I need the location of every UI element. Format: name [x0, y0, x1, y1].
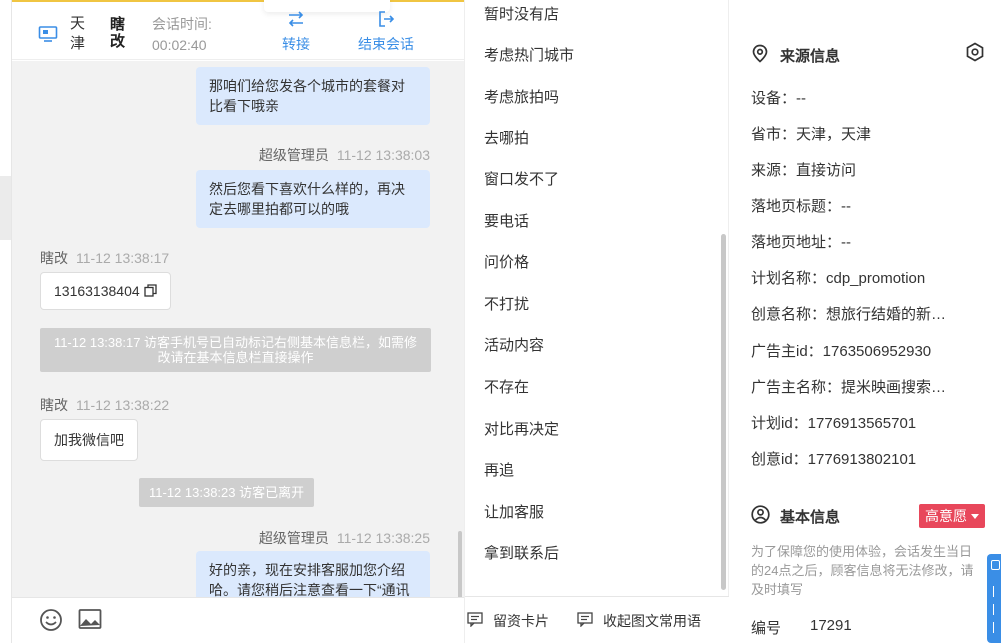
visibility-icon[interactable]: [965, 42, 985, 62]
customer-number-label: 编号: [751, 620, 782, 637]
visitor-info-panel: 来源信息 设备：-- 省市：天津，天津 来源：直接访问 落地页标题：-- 落地页…: [729, 0, 1001, 643]
bar-icon: [993, 622, 999, 633]
info-province-city: 省市：天津，天津: [751, 126, 872, 143]
quick-reply-item[interactable]: 让加客服: [484, 501, 544, 522]
info-advertiser-name: 广告主名称：提米映画搜索推广: [751, 379, 956, 396]
visitor-city: 天津: [70, 15, 86, 52]
quick-reply-item[interactable]: 活动内容: [484, 334, 544, 355]
quick-reply-item[interactable]: 暂时没有店: [484, 3, 559, 24]
transfer-button[interactable]: 转接: [282, 10, 310, 54]
agent-message: 好的亲，现在安排客服加您介绍哈。请您稍后注意查看一下“通讯: [196, 551, 430, 597]
collapse-phrases-button[interactable]: 收起图文常用语: [577, 611, 701, 631]
quick-reply-item[interactable]: 不打扰: [484, 293, 529, 314]
message-meta: 瞎改 11-12 13:38:17: [40, 248, 169, 268]
info-source: 来源：直接访问: [751, 162, 857, 179]
visitor-message: 13163138404: [40, 272, 171, 310]
transfer-label: 转接: [282, 36, 310, 52]
quick-reply-item[interactable]: 不存在: [484, 376, 529, 397]
quick-reply-item[interactable]: 窗口发不了: [484, 168, 559, 189]
message-time: 11-12 13:38:22: [76, 397, 170, 413]
message-meta: 超级管理员 11-12 13:38:03: [259, 145, 430, 165]
system-notice: 11-12 13:38:23 访客已离开: [139, 478, 315, 507]
message-time: 11-12 13:38:25: [336, 530, 430, 546]
session-time-value: 00:02:40: [152, 37, 207, 53]
sender-name: 瞎改: [40, 397, 68, 413]
image-icon[interactable]: [78, 608, 102, 630]
end-session-button[interactable]: 结束会话: [358, 10, 414, 54]
quick-reply-item[interactable]: 要电话: [484, 210, 529, 231]
floating-side-button[interactable]: [987, 554, 1001, 643]
chat-header: 天津 瞎改 会话时间: 00:02:40 转接 结束会话: [12, 0, 464, 60]
message-meta: 超级管理员 11-12 13:38:25: [259, 528, 430, 548]
message-meta: 瞎改 11-12 13:38:22: [40, 395, 169, 415]
agent-message: 那咱们给您发各个城市的套餐对比看下哦亲: [196, 67, 430, 125]
message-list[interactable]: 那咱们给您发各个城市的套餐对比看下哦亲 超级管理员 11-12 13:38:03 …: [12, 61, 464, 597]
info-plan-name: 计划名称：cdp_promotion: [751, 270, 926, 287]
quick-replies-panel: 暂时没有店 考虑热门城市 考虑旅拍吗 去哪拍 窗口发不了 要电话 问价格 不打扰…: [464, 0, 730, 643]
quick-replies-scrollbar[interactable]: [721, 234, 726, 590]
source-info-title: 来源信息: [780, 48, 841, 65]
quick-reply-item[interactable]: 去哪拍: [484, 127, 529, 148]
chat-panel: 天津 瞎改 会话时间: 00:02:40 转接 结束会话 那咱们给您发各个城市的…: [12, 0, 464, 643]
quick-reply-item[interactable]: 考虑热门城市: [484, 44, 574, 65]
visitor-name: 瞎改: [110, 16, 126, 50]
message-time: 11-12 13:38:03: [336, 147, 430, 163]
intent-level-label: 高意愿: [925, 508, 967, 524]
intent-level-dropdown[interactable]: 高意愿: [919, 504, 985, 528]
monitor-icon: [38, 26, 58, 42]
message-time: 11-12 13:38:17: [76, 250, 170, 266]
customer-number-value: 17291: [810, 617, 852, 634]
location-pin-icon: [752, 44, 768, 63]
bar-icon: [993, 604, 999, 615]
info-creative-id: 创意id：1776913802101: [751, 451, 917, 468]
window-icon: [991, 560, 1000, 570]
info-creative-name: 创意名称：想旅行结婚的新人们看过来: [751, 306, 956, 323]
logout-icon: [379, 11, 395, 27]
sender-name: 瞎改: [40, 250, 68, 266]
sender-name: 超级管理员: [258, 530, 329, 546]
basic-info-title: 基本信息: [780, 509, 841, 526]
chat-scrollbar[interactable]: [458, 531, 462, 597]
collapse-tab[interactable]: [0, 176, 11, 240]
lead-card-button[interactable]: 留资卡片: [467, 611, 549, 631]
visitor-message: 加我微信吧: [40, 419, 138, 461]
quick-replies-toolbar: 留资卡片 收起图文常用语: [465, 596, 730, 643]
left-gutter: [0, 0, 12, 643]
lead-card-label: 留资卡片: [493, 613, 549, 629]
quick-reply-item[interactable]: 再追: [484, 459, 514, 480]
message-icon: [577, 612, 593, 627]
emoji-icon[interactable]: [39, 608, 63, 632]
session-time-label: 会话时间:: [152, 16, 212, 32]
info-device: 设备：--: [751, 90, 806, 107]
info-landing-title: 落地页标题：--: [751, 198, 851, 215]
quick-reply-item[interactable]: 问价格: [484, 251, 529, 272]
copy-icon[interactable]: [143, 284, 157, 297]
info-advertiser-id: 广告主id：1763506952930: [751, 343, 932, 360]
sender-name: 超级管理员: [258, 147, 329, 163]
card-icon: [467, 612, 483, 627]
info-plan-id: 计划id：1776913565701: [751, 415, 917, 432]
edit-deadline-note: 为了保障您的使用体验，会话发生当日的24点之后，顾客信息将无法修改，请及时填写: [751, 544, 974, 597]
quick-reply-item[interactable]: 对比再决定: [484, 418, 559, 439]
agent-message: 然后您看下喜欢什么样的，再决定去哪里拍都可以的哦: [196, 170, 430, 228]
caret-down-icon: [971, 514, 979, 519]
transfer-icon: [288, 11, 304, 27]
collapse-phrases-label: 收起图文常用语: [603, 613, 701, 629]
quick-reply-item[interactable]: 拿到联系后: [484, 542, 559, 563]
user-circle-icon: [751, 505, 770, 524]
end-session-label: 结束会话: [358, 36, 414, 52]
system-notice: 11-12 13:38:17 访客手机号已自动标记右侧基本信息栏，如需修改请在基…: [40, 328, 431, 372]
info-landing-url: 落地页地址：--: [751, 234, 851, 251]
quick-reply-item[interactable]: 考虑旅拍吗: [484, 86, 559, 107]
bar-icon: [993, 586, 999, 597]
chat-toolbar: [12, 597, 464, 643]
phone-number: 13163138404: [54, 283, 140, 299]
